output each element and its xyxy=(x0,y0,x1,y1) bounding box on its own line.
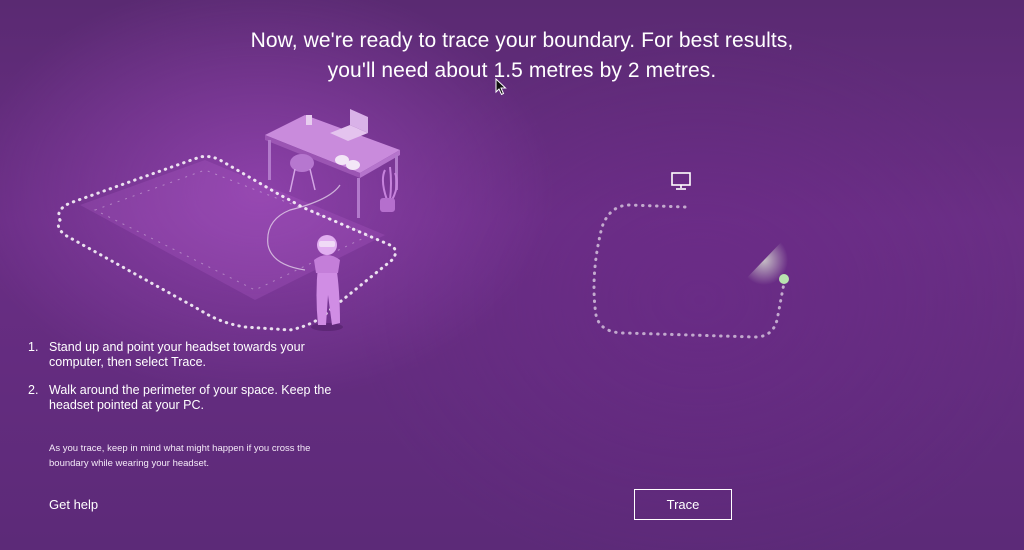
chair xyxy=(289,154,316,193)
step-2-text: Walk around the perimeter of your space.… xyxy=(49,383,332,412)
get-help-link[interactable]: Get help xyxy=(49,497,98,512)
step-1-number: 1. xyxy=(28,340,39,354)
instruction-steps: 1. Stand up and point your headset towar… xyxy=(28,340,348,426)
plant xyxy=(380,166,398,212)
step-2: 2. Walk around the perimeter of your spa… xyxy=(28,383,348,413)
page-heading: Now, we're ready to trace your boundary.… xyxy=(0,26,1024,86)
heading-line-2: you'll need about 1.5 metres by 2 metres… xyxy=(327,59,717,82)
safety-note: As you trace, keep in mind what might ha… xyxy=(49,443,311,469)
trace-preview xyxy=(592,172,789,339)
trace-button[interactable]: Trace xyxy=(634,489,732,520)
step-1-text: Stand up and point your headset towards … xyxy=(49,340,305,369)
mouse-cursor-icon xyxy=(495,78,507,96)
step-2-number: 2. xyxy=(28,383,39,397)
monitor-icon xyxy=(671,172,691,190)
room-illustration xyxy=(56,109,400,332)
tracker-dot xyxy=(779,274,789,284)
step-1: 1. Stand up and point your headset towar… xyxy=(28,340,348,370)
heading-line-1: Now, we're ready to trace your boundary.… xyxy=(250,29,794,52)
